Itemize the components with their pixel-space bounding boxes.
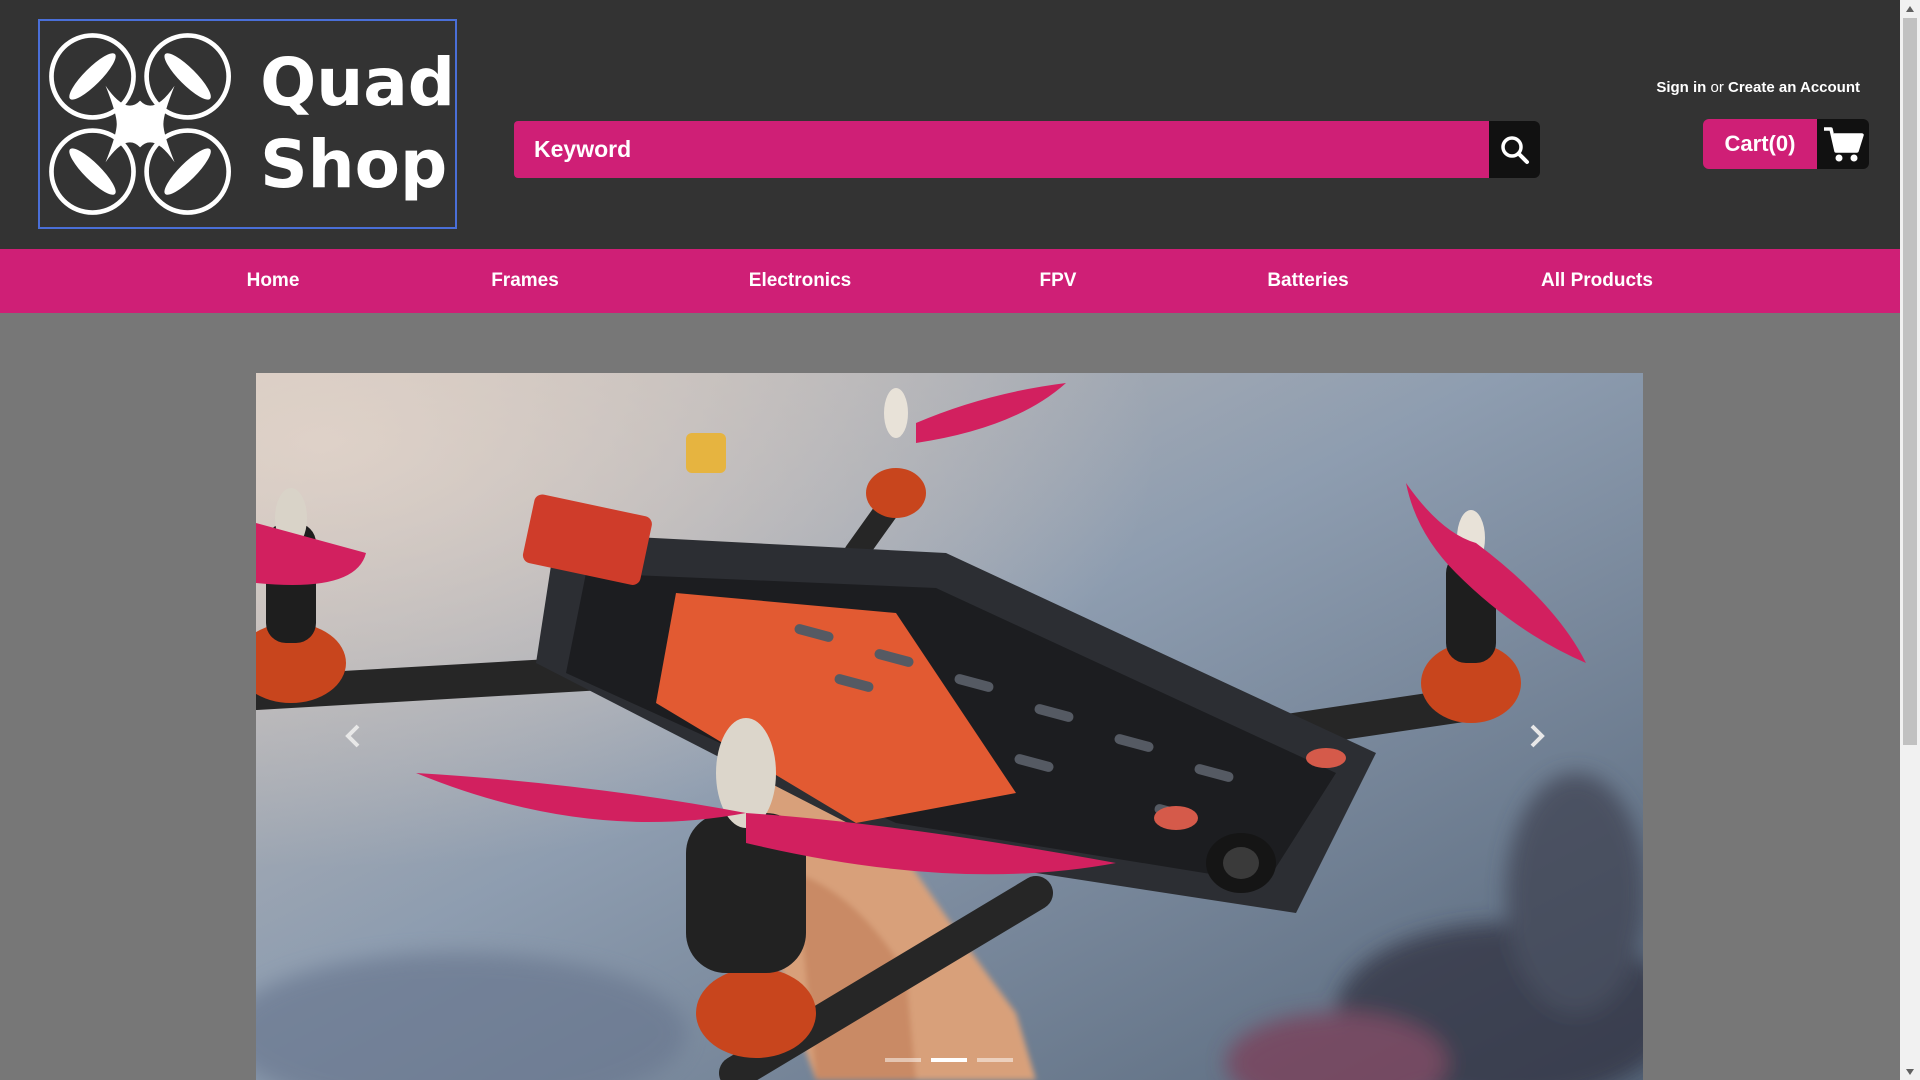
account-separator: or — [1710, 79, 1724, 96]
account-links: Sign in or Create an Account — [1656, 79, 1860, 96]
chevron-right-icon — [1530, 724, 1545, 748]
cart-button[interactable]: Cart(0) — [1703, 119, 1869, 169]
nav-item-fpv[interactable]: FPV — [1040, 249, 1077, 313]
search-bar — [514, 121, 1540, 178]
nav-item-batteries[interactable]: Batteries — [1267, 249, 1348, 313]
triangle-up-icon — [1906, 5, 1914, 12]
site-logo[interactable]: Quad Shop — [38, 19, 457, 229]
cart-label[interactable]: Cart(0) — [1703, 119, 1817, 169]
site-header: Quad Shop Sign in or Create an Account C… — [0, 0, 1900, 249]
nav-item-frames[interactable]: Frames — [491, 249, 559, 313]
scroll-thumb[interactable] — [1903, 18, 1917, 745]
search-input[interactable] — [514, 121, 1489, 178]
cart-icon-box[interactable] — [1817, 119, 1869, 169]
sign-in-link[interactable]: Sign in — [1656, 79, 1706, 96]
cart-icon — [1824, 127, 1864, 162]
create-account-link[interactable]: Create an Account — [1728, 79, 1860, 96]
scroll-down-button[interactable] — [1900, 1063, 1920, 1080]
search-button[interactable] — [1489, 121, 1540, 178]
carousel-indicator-1[interactable] — [885, 1058, 921, 1062]
carousel-slide-image — [256, 373, 1643, 1080]
carousel-indicators — [885, 1058, 1013, 1062]
page-scrollbar[interactable] — [1900, 0, 1920, 1080]
nav-item-home[interactable]: Home — [247, 249, 300, 313]
quadcopter-icon — [49, 33, 231, 215]
carousel-prev-button[interactable] — [338, 716, 368, 756]
hero-carousel — [256, 373, 1643, 1080]
nav-item-electronics[interactable]: Electronics — [749, 249, 851, 313]
scroll-up-button[interactable] — [1900, 0, 1920, 17]
brand-name: Quad Shop — [260, 42, 455, 206]
nav-item-all-products[interactable]: All Products — [1541, 249, 1653, 313]
chevron-left-icon — [345, 724, 360, 748]
main-nav: Home Frames Electronics FPV Batteries Al… — [0, 249, 1900, 313]
carousel-indicator-2[interactable] — [931, 1058, 967, 1062]
brand-line-1: Quad — [260, 44, 455, 121]
search-icon — [1500, 135, 1529, 164]
triangle-down-icon — [1906, 1068, 1914, 1075]
carousel-next-button[interactable] — [1522, 716, 1552, 756]
carousel-indicator-3[interactable] — [977, 1058, 1013, 1062]
brand-line-2: Shop — [260, 126, 448, 203]
